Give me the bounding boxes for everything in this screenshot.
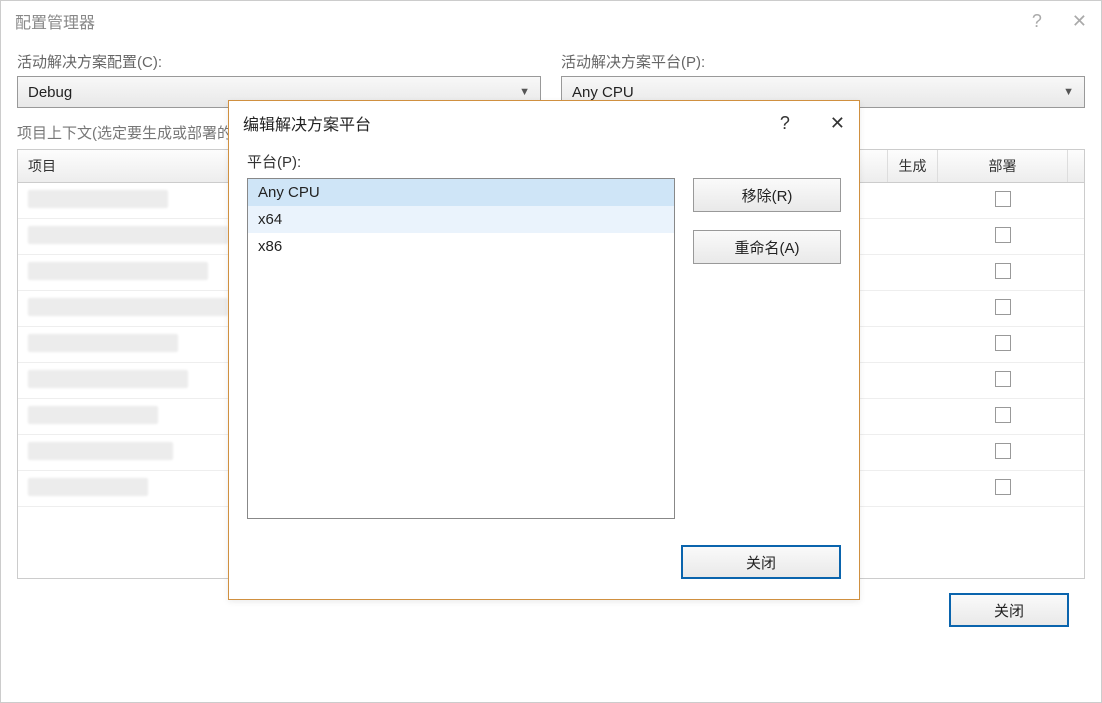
list-item[interactable]: x86 [248, 233, 674, 260]
modal-title: 编辑解决方案平台 [243, 111, 371, 135]
col-build: 生成 [888, 150, 938, 182]
deploy-checkbox[interactable] [995, 443, 1011, 459]
deploy-checkbox[interactable] [995, 191, 1011, 207]
parent-close-button[interactable]: 关闭 [949, 593, 1069, 627]
list-item[interactable]: x64 [248, 206, 674, 233]
platform-listbox[interactable]: Any CPUx64x86 [247, 178, 675, 519]
platform-list-label: 平台(P): [247, 151, 841, 172]
deploy-checkbox[interactable] [995, 479, 1011, 495]
parent-title: 配置管理器 [15, 9, 95, 33]
deploy-checkbox[interactable] [995, 407, 1011, 423]
modal-titlebar: 编辑解决方案平台 ? ✕ [229, 101, 859, 145]
help-icon[interactable]: ? [780, 113, 790, 134]
chevron-down-icon: ▼ [519, 86, 530, 98]
rename-button[interactable]: 重命名(A) [693, 230, 841, 264]
col-deploy: 部署 [938, 150, 1068, 182]
remove-button[interactable]: 移除(R) [693, 178, 841, 212]
close-icon[interactable]: ✕ [1072, 11, 1087, 32]
help-icon[interactable]: ? [1032, 11, 1042, 32]
active-platform-label: 活动解决方案平台(P): [561, 51, 1085, 72]
active-config-value: Debug [28, 84, 72, 101]
chevron-down-icon: ▼ [1063, 86, 1074, 98]
deploy-checkbox[interactable] [995, 263, 1011, 279]
deploy-checkbox[interactable] [995, 371, 1011, 387]
list-item[interactable]: Any CPU [248, 179, 674, 206]
deploy-checkbox[interactable] [995, 299, 1011, 315]
modal-close-button[interactable]: 关闭 [681, 545, 841, 579]
deploy-checkbox[interactable] [995, 335, 1011, 351]
active-platform-value: Any CPU [572, 84, 634, 101]
close-icon[interactable]: ✕ [830, 113, 845, 134]
parent-titlebar: 配置管理器 ? ✕ [1, 1, 1101, 41]
deploy-checkbox[interactable] [995, 227, 1011, 243]
active-config-label: 活动解决方案配置(C): [17, 51, 541, 72]
edit-solution-platforms-dialog: 编辑解决方案平台 ? ✕ 平台(P): Any CPUx64x86 移除(R) … [228, 100, 860, 600]
